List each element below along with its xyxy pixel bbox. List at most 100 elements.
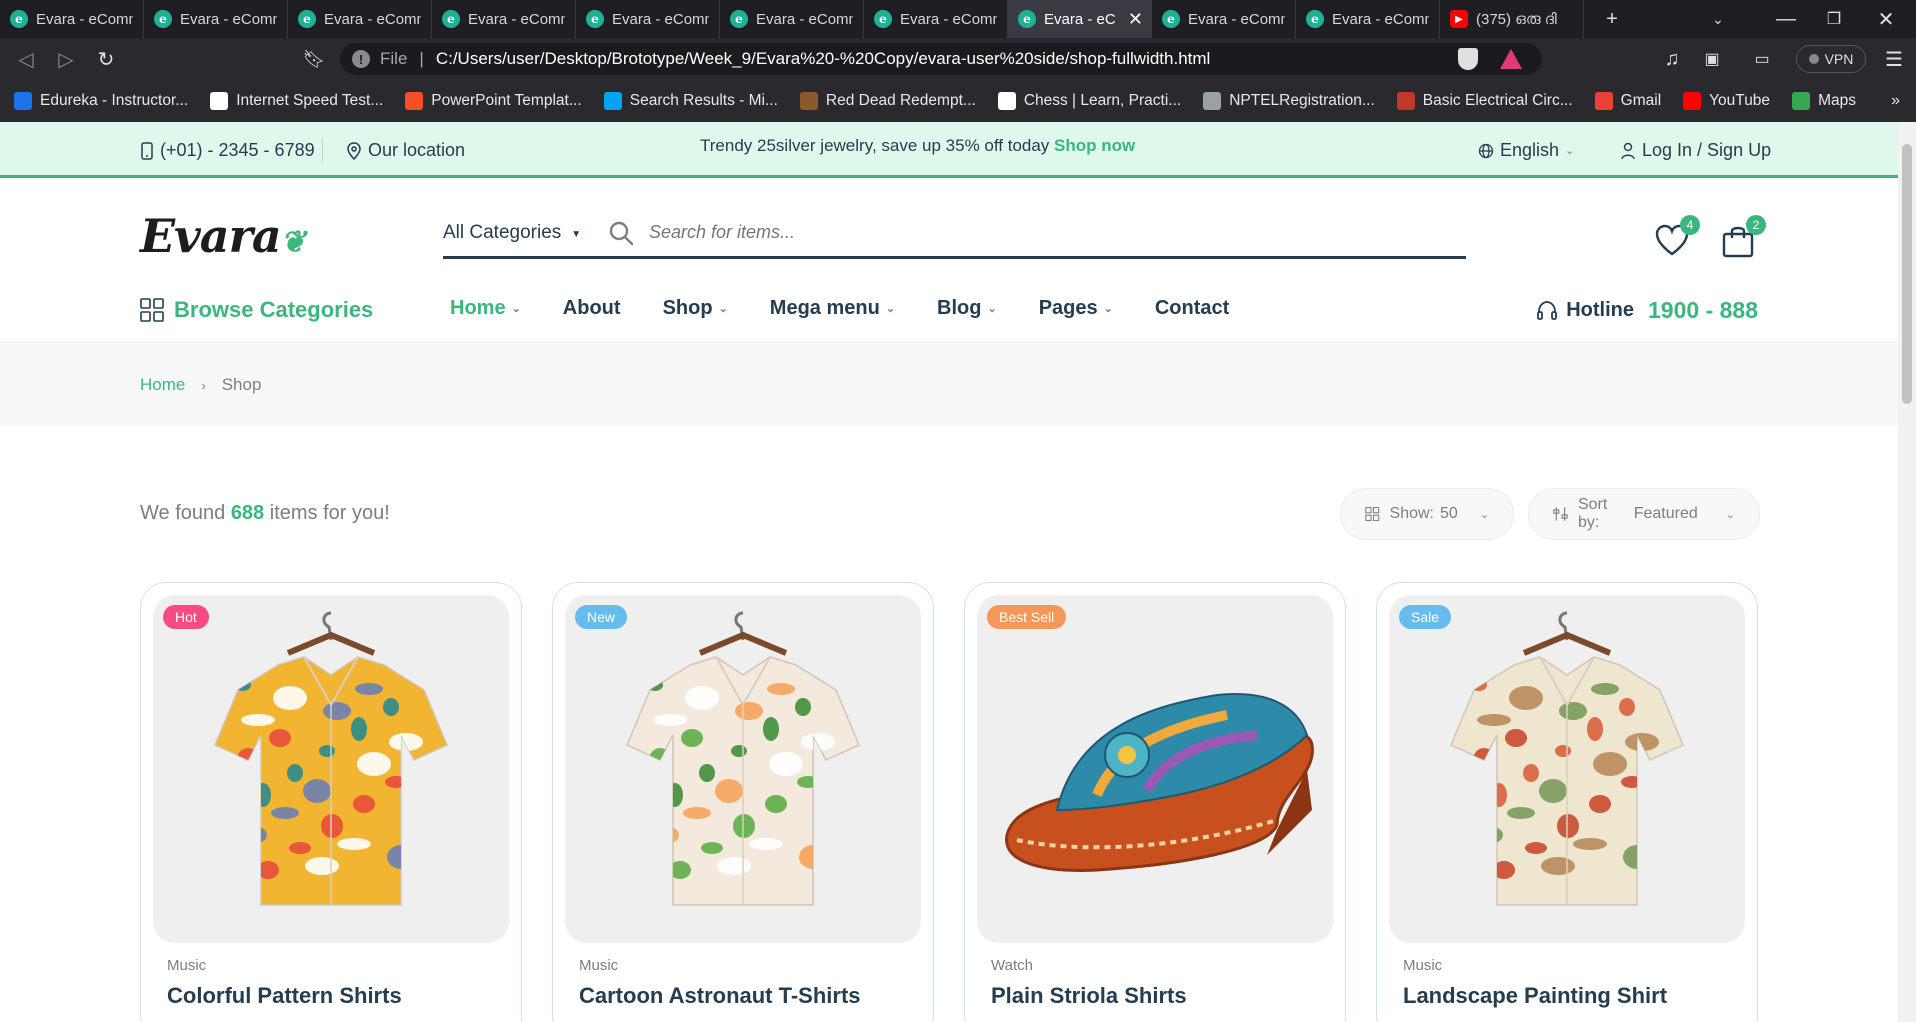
chevron-down-icon: ⌄ <box>987 303 997 315</box>
globe-icon <box>1478 143 1494 158</box>
browser-tab[interactable]: e Evara - eComm <box>1296 0 1440 38</box>
product-image[interactable]: Hot <box>153 595 509 943</box>
bookmark-item[interactable]: Maps <box>1792 92 1856 110</box>
nav-item-shop[interactable]: Shop ⌄ <box>663 297 728 320</box>
browser-tab[interactable]: e Evara - eComm <box>720 0 864 38</box>
product-grid: Hot Music Colorful Pattern Shirts New Mu… <box>140 582 1758 1022</box>
bookmark-item[interactable]: YouTube <box>1683 92 1770 110</box>
brave-shield-icon[interactable] <box>1458 48 1478 70</box>
breadcrumb-home-link[interactable]: Home <box>140 375 185 395</box>
browser-tab-strip: e Evara - eComm e Evara - eComm e Evara - eCo… <box>0 0 1916 38</box>
category-select[interactable]: All Categories ▼ <box>443 222 613 244</box>
tab-title: Evara - eC <box>1044 10 1116 28</box>
browser-tab[interactable]: e Evara - eComm <box>144 0 288 38</box>
nav-item-pages[interactable]: Pages ⌄ <box>1039 297 1113 320</box>
wishlist-button[interactable]: 4 <box>1654 215 1700 259</box>
bookmark-item[interactable]: PowerPoint Templat... <box>405 92 582 110</box>
browser-tab[interactable]: e Evara - eComm <box>432 0 576 38</box>
browser-tab[interactable]: e Evara - eComm <box>576 0 720 38</box>
promo-text: Trendy 25silver jewelry, save up 35% off… <box>700 136 1050 155</box>
product-title[interactable]: Colorful Pattern Shirts <box>167 983 402 1009</box>
tab-close-icon[interactable]: ✕ <box>1128 9 1143 30</box>
music-icon[interactable]: ♫ <box>1654 38 1690 80</box>
nav-item-blog[interactable]: Blog ⌄ <box>937 297 997 320</box>
bookmark-item[interactable]: NPTELRegistration... <box>1203 92 1375 110</box>
forward-icon[interactable]: ▷ <box>48 38 84 80</box>
search-icon[interactable] <box>607 219 635 247</box>
bookmark-item[interactable]: Edureka - Instructor... <box>14 92 188 110</box>
browser-tab[interactable]: e Evara - eC ✕ <box>1008 0 1152 38</box>
bookmark-item[interactable]: Internet Speed Test... <box>210 92 383 110</box>
site-header: Evara❦ All Categories ▼ 4 2 Browse Categ… <box>0 181 1898 343</box>
wallet-icon[interactable]: ▭ <box>1744 38 1780 80</box>
product-image[interactable]: Best Sell <box>977 595 1333 943</box>
nav-item-contact[interactable]: Contact <box>1155 297 1229 320</box>
minimize-button[interactable]: — <box>1762 0 1810 38</box>
login-link[interactable]: Log In / Sign Up <box>1620 140 1771 161</box>
tab-title: Evara - eComm <box>1188 10 1285 28</box>
product-title[interactable]: Landscape Painting Shirt <box>1403 983 1667 1009</box>
chevron-down-icon: ⌄ <box>885 303 896 315</box>
bookmark-favicon-icon <box>1594 92 1613 110</box>
product-title[interactable]: Cartoon Astronaut T-Shirts <box>579 983 861 1009</box>
product-card[interactable]: Sale Music Landscape Painting Shirt <box>1376 582 1758 1022</box>
browser-tab[interactable]: e Evara - eComm <box>0 0 144 38</box>
product-card[interactable]: Best Sell Watch Plain Striola Shirts <box>964 582 1346 1022</box>
bookmark-icon[interactable]: 🔖︎ <box>296 38 332 80</box>
reload-icon[interactable]: ↻ <box>88 38 124 80</box>
scrollbar-thumb[interactable] <box>1902 144 1912 404</box>
nav-item-mega-menu[interactable]: Mega menu ⌄ <box>770 297 895 320</box>
youtube-favicon-icon: ▶ <box>1450 10 1468 28</box>
vpn-button[interactable]: VPN <box>1796 45 1866 73</box>
browser-tab[interactable]: ▶ (375) ഒരു ദി <box>1440 0 1584 38</box>
browser-tab[interactable]: e Evara - eComm <box>864 0 1008 38</box>
hotline-label: Hotline <box>1566 299 1635 321</box>
product-image[interactable]: New <box>565 595 921 943</box>
product-category[interactable]: Music <box>579 957 618 974</box>
menu-icon[interactable]: ☰ <box>1876 38 1912 80</box>
bookmark-favicon-icon <box>210 92 229 110</box>
nav-item-about[interactable]: About <box>563 297 621 320</box>
product-card[interactable]: New Music Cartoon Astronaut T-Shirts <box>552 582 934 1022</box>
more-bookmarks-icon[interactable]: » <box>1891 92 1900 110</box>
browser-tab[interactable]: e Evara - eComm <box>288 0 432 38</box>
info-icon[interactable]: ! <box>352 50 370 68</box>
browse-categories-button[interactable]: Browse Categories <box>140 297 373 323</box>
nav-item-home[interactable]: Home ⌄ <box>450 297 521 320</box>
page-scrollbar[interactable] <box>1898 122 1916 1022</box>
product-card[interactable]: Hot Music Colorful Pattern Shirts <box>140 582 522 1022</box>
product-tag-badge: Best Sell <box>987 605 1067 629</box>
cart-button[interactable]: 2 <box>1720 215 1766 259</box>
bookmark-item[interactable]: Red Dead Redempt... <box>799 92 976 110</box>
site-favicon-icon: e <box>1018 10 1036 28</box>
new-tab-button[interactable]: + <box>1588 0 1636 38</box>
promo-shop-now-link[interactable]: Shop now <box>1054 136 1135 155</box>
chevron-down-icon: ⌄ <box>718 303 728 315</box>
bookmark-item[interactable]: Chess | Learn, Practi... <box>997 92 1182 110</box>
bookmark-item[interactable]: Basic Electrical Circ... <box>1396 92 1573 110</box>
restore-button[interactable]: ❐ <box>1810 0 1858 38</box>
product-image[interactable]: Sale <box>1389 595 1745 943</box>
url-bar[interactable]: ! File | C:/Users/user/Desktop/Brototype… <box>340 43 1542 75</box>
site-logo[interactable]: Evara❦ <box>140 209 306 263</box>
show-count-select[interactable]: Show: 50 ⌄ <box>1340 488 1514 540</box>
product-category[interactable]: Music <box>167 957 206 974</box>
sidebar-icon[interactable]: ▣ <box>1694 38 1730 80</box>
language-selector[interactable]: English ⌄ <box>1478 140 1574 161</box>
back-icon[interactable]: ◁ <box>8 38 44 80</box>
sort-select[interactable]: Sort by: Featured ⌄ <box>1528 488 1760 540</box>
product-category[interactable]: Watch <box>991 957 1033 974</box>
browser-tab[interactable]: e Evara - eComm <box>1152 0 1296 38</box>
product-title[interactable]: Plain Striola Shirts <box>991 983 1187 1009</box>
brave-rewards-icon[interactable] <box>1500 49 1522 69</box>
tab-search-chevron-icon[interactable]: ⌄ <box>1694 0 1742 38</box>
bookmark-label: Search Results - Mi... <box>629 92 778 109</box>
location-link[interactable]: Our location <box>346 140 465 161</box>
bookmark-item[interactable]: Gmail <box>1594 92 1661 110</box>
product-tag-badge: New <box>575 605 628 629</box>
search-input[interactable] <box>649 222 1429 243</box>
bookmark-label: Chess | Learn, Practi... <box>1023 92 1182 109</box>
product-category[interactable]: Music <box>1403 957 1442 974</box>
window-close-button[interactable]: ✕ <box>1862 0 1910 38</box>
bookmark-item[interactable]: Search Results - Mi... <box>603 92 778 110</box>
